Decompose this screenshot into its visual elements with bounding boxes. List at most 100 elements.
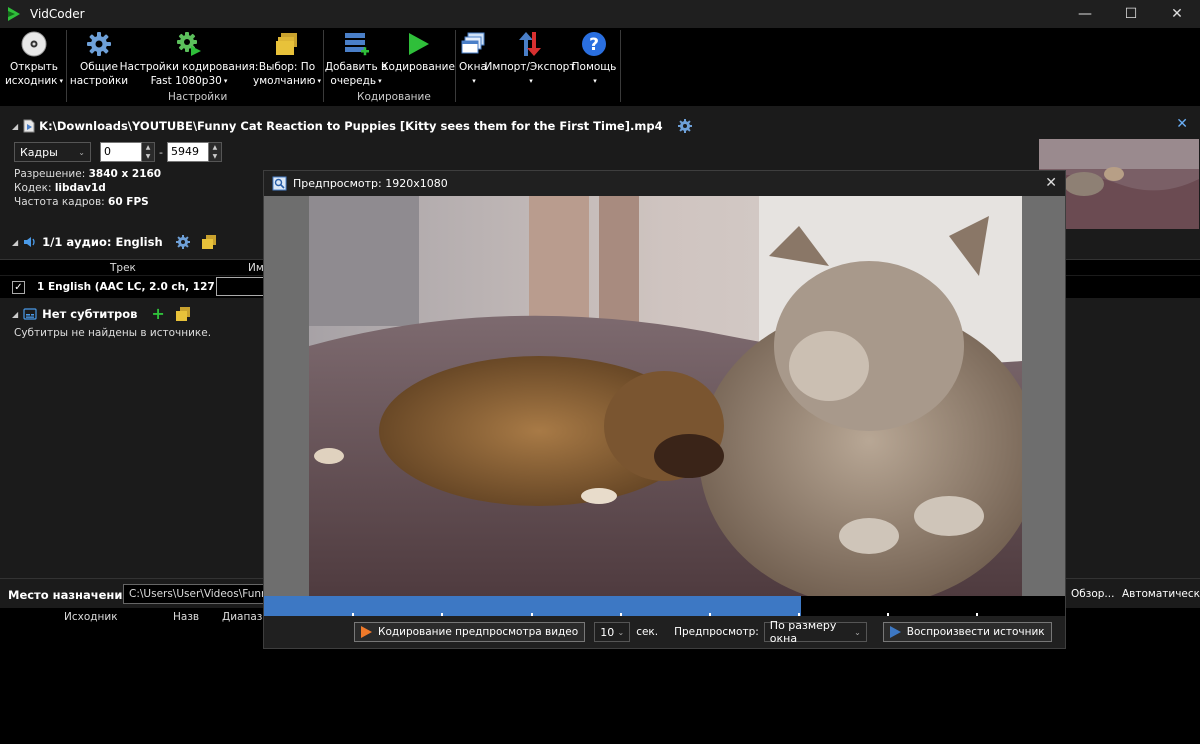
preview-area <box>264 196 1065 596</box>
help-icon: ? <box>582 32 606 56</box>
magnifier-icon <box>272 176 287 191</box>
audio-folder-icon[interactable] <box>201 234 217 250</box>
import-export-button[interactable]: Импорт/Экспорт ▾ <box>485 30 575 88</box>
encode-preview-button[interactable]: Кодирование предпросмотра видео <box>354 622 586 642</box>
audio-title: 1/1 аудио: English <box>42 235 163 249</box>
minimize-button[interactable]: — <box>1062 0 1108 28</box>
ribbon-separator <box>455 30 456 102</box>
play-source-button[interactable]: Воспроизвести источник <box>882 622 1052 642</box>
range-start-spinner[interactable]: 0 ▲ ▼ <box>100 142 155 162</box>
spin-down-icon[interactable]: ▼ <box>208 152 221 161</box>
ribbon-separator <box>620 30 621 102</box>
spin-up-icon[interactable]: ▲ <box>142 143 154 152</box>
svg-text:?: ? <box>589 35 599 55</box>
help-button[interactable]: ? Помощь ▾ <box>572 30 616 88</box>
encode-button[interactable]: Кодирование <box>381 30 455 74</box>
add-to-queue-button[interactable]: Добавить в очередь ▾ <box>324 30 388 88</box>
codec-value: libdav1d <box>54 182 106 194</box>
group-label-settings: Настройки <box>168 91 228 103</box>
collapse-triangle-icon[interactable]: ◢ <box>12 238 18 247</box>
windows-menu-button[interactable]: Окна ▾ <box>459 30 487 88</box>
spin-down-icon[interactable]: ▼ <box>142 152 154 161</box>
destination-path-input[interactable]: C:\Users\User\Videos\Funny Ca <box>123 584 283 604</box>
open-source-button[interactable]: Открыть исходник ▾ <box>4 30 63 88</box>
close-preview-button[interactable]: ✕ <box>1045 175 1057 191</box>
add-to-queue-label-1: Добавить в <box>324 61 388 73</box>
preview-dialog-title: Предпросмотр: 1920x1080 <box>293 177 448 190</box>
add-subtitle-plus-icon[interactable]: + <box>151 306 164 322</box>
subtitles-icon <box>23 308 37 320</box>
range-type-select[interactable]: Кадры ⌄ <box>14 142 91 162</box>
source-settings-gear-icon[interactable] <box>677 118 693 134</box>
dropdown-caret-icon: ▾ <box>378 77 382 85</box>
encoding-preset-label: Fast 1080p30 <box>150 75 222 87</box>
audio-settings-gear-icon[interactable] <box>175 234 191 250</box>
open-source-label-2: исходник <box>4 75 58 87</box>
audio-header: ◢ 1/1 аудио: English <box>12 234 217 250</box>
range-controls: Кадры ⌄ 0 ▲ ▼ - 5949 ▲ ▼ <box>14 142 222 162</box>
picker-button[interactable]: Выбор: По умолчанию ▾ <box>253 30 321 88</box>
encode-label: Кодирование <box>381 61 455 73</box>
window-title: VidCoder <box>30 7 85 21</box>
general-settings-label-1: Общие <box>80 61 118 73</box>
spin-up-icon[interactable]: ▲ <box>208 143 221 152</box>
subtitle-folder-icon[interactable] <box>175 306 191 322</box>
collapse-triangle-icon[interactable]: ◢ <box>12 122 18 131</box>
dropdown-caret-icon: ▾ <box>529 77 533 85</box>
play-source-label: Воспроизвести источник <box>906 626 1045 638</box>
codec-label: Кодек: <box>14 182 52 194</box>
track-checkbox[interactable]: ✓ <box>12 280 25 294</box>
encode-preview-label: Кодирование предпросмотра видео <box>378 626 579 638</box>
close-window-button[interactable]: ✕ <box>1154 0 1200 28</box>
range-end-input[interactable]: 5949 <box>166 142 209 162</box>
resolution-label: Разрешение: <box>14 168 86 180</box>
import-export-arrows-icon <box>519 32 541 56</box>
open-source-label-1: Открыть <box>10 61 58 73</box>
dropdown-caret-icon: ▾ <box>223 77 228 85</box>
add-to-queue-label-2: очередь <box>330 75 377 87</box>
seconds-unit-label: сек. <box>636 626 659 638</box>
column-name[interactable]: Им <box>248 262 264 274</box>
preview-mode-select[interactable]: По размеру окна ⌄ <box>763 619 867 645</box>
dropdown-caret-icon: ▾ <box>593 77 597 85</box>
encoding-settings-button[interactable]: Настройки кодирования: Fast 1080p30 ▾ <box>120 30 258 88</box>
range-dash: - <box>159 145 163 159</box>
range-end-spinner[interactable]: 5949 ▲ ▼ <box>166 142 222 162</box>
preview-seconds-select[interactable]: 10 ⌄ <box>594 622 631 642</box>
maximize-button[interactable]: ☐ <box>1108 0 1154 28</box>
picker-label-2: умолчанию <box>253 75 316 87</box>
vidcoder-logo-icon <box>8 7 20 21</box>
picker-label-1: Выбор: По <box>258 61 316 73</box>
column-track[interactable]: Трек <box>110 262 136 274</box>
general-settings-button[interactable]: Общие настройки <box>70 30 128 88</box>
preview-dialog: Предпросмотр: 1920x1080 ✕ Кодирование пр… <box>263 170 1066 649</box>
file-icon <box>23 119 35 133</box>
preview-dialog-titlebar: Предпросмотр: 1920x1080 <box>264 171 1065 196</box>
range-start-input[interactable]: 0 <box>100 142 142 162</box>
play-blue-icon <box>889 626 901 638</box>
auto-button[interactable]: Автоматически <box>1122 588 1200 600</box>
encoding-settings-label-1: Настройки кодирования: <box>119 61 259 73</box>
close-source-button[interactable]: ✕ <box>1176 116 1188 132</box>
browse-button[interactable]: Обзор... <box>1071 588 1114 600</box>
import-export-label: Импорт/Экспорт <box>484 61 576 73</box>
preview-seek-bar[interactable] <box>264 596 1065 616</box>
codec-info: Кодек: libdav1d <box>14 182 106 194</box>
add-queue-icon <box>345 33 369 56</box>
queue-column-source[interactable]: Исходник <box>64 611 118 623</box>
collapse-triangle-icon[interactable]: ◢ <box>12 310 18 319</box>
play-icon <box>409 33 429 55</box>
fps-label: Частота кадров: <box>14 196 105 208</box>
preview-seconds-value: 10 <box>600 625 615 639</box>
title-bar: VidCoder — ☐ ✕ <box>0 0 1200 28</box>
chevron-down-icon: ⌄ <box>854 627 861 637</box>
queue-column-name[interactable]: Назв <box>173 611 199 623</box>
source-path: K:\Downloads\YOUTUBE\Funny Cat Reaction … <box>39 119 663 133</box>
chevron-down-icon: ⌄ <box>78 147 85 157</box>
ribbon-toolbar: Открыть исходник ▾ Общие настройки Настр… <box>0 28 1200 106</box>
preview-controls: Кодирование предпросмотра видео 10 ⌄ сек… <box>264 616 1065 648</box>
queue-column-range[interactable]: Диапазо <box>222 611 269 623</box>
dropdown-caret-icon: ▾ <box>59 77 64 85</box>
play-orange-icon <box>361 626 372 638</box>
windows-label: Окна <box>459 61 487 73</box>
